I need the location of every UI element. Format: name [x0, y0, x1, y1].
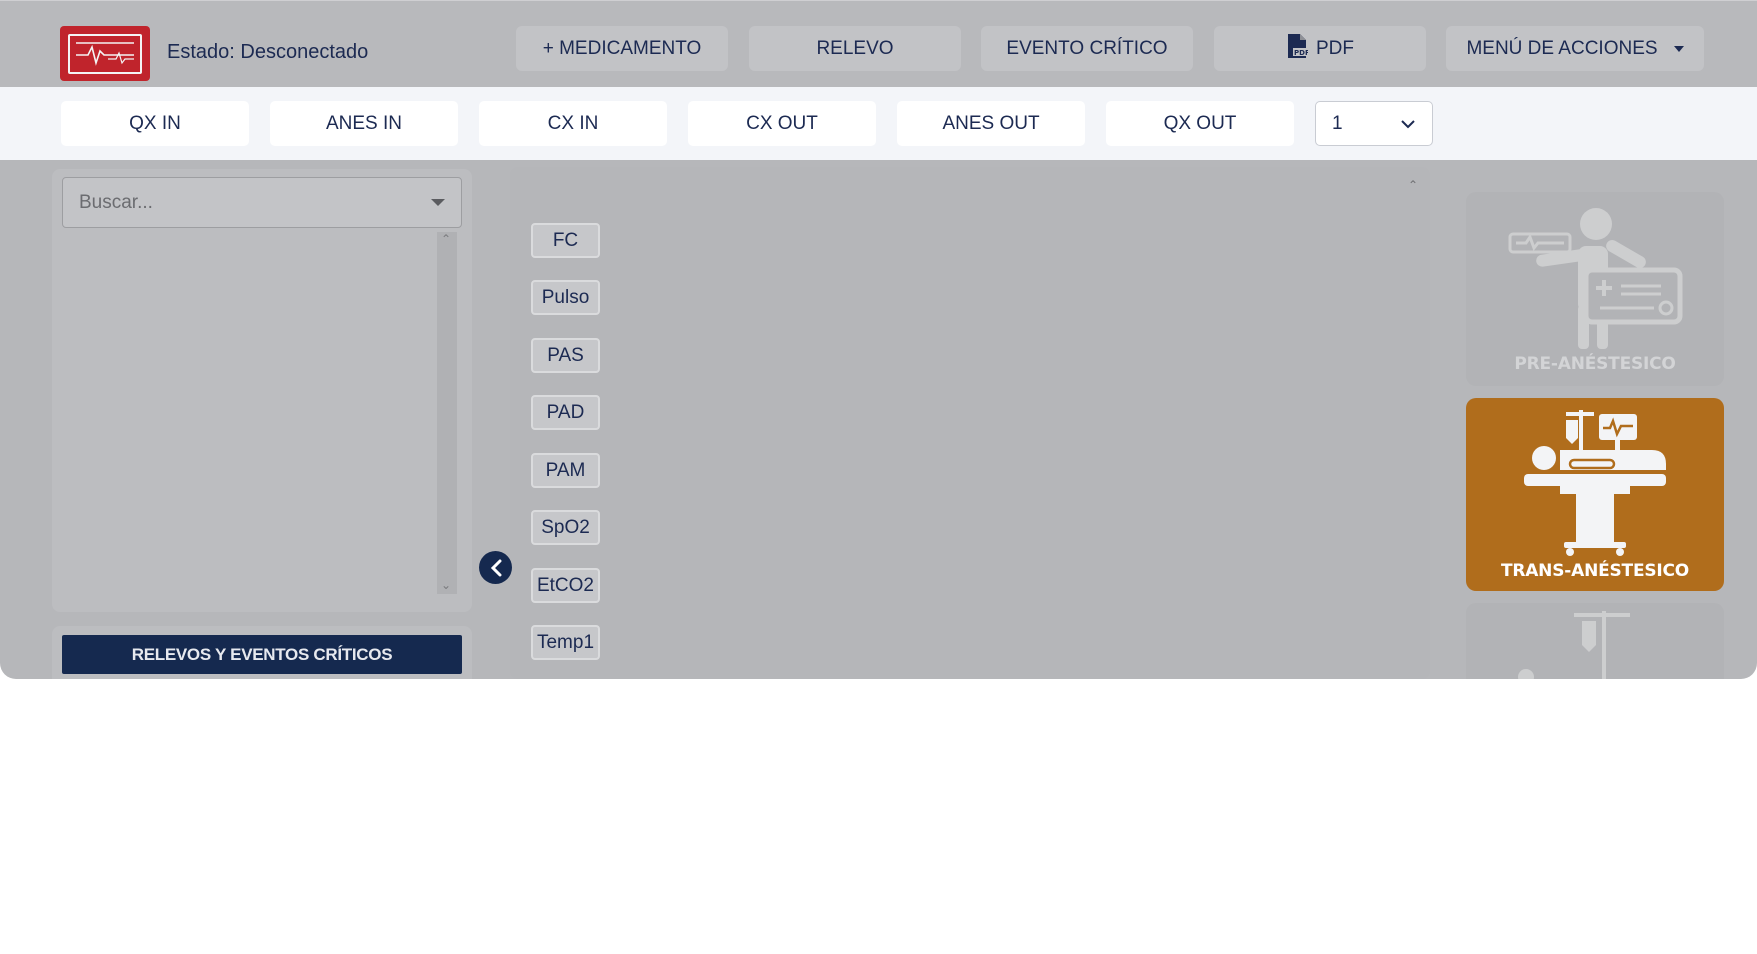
svg-text:PDF: PDF — [1294, 49, 1308, 57]
relevo-button[interactable]: RELEVO — [749, 26, 961, 71]
relevos-events-button[interactable]: RELEVOS Y EVENTOS CRÍTICOS — [62, 635, 462, 674]
trans-anesthetic-label: TRANS-ANÉSTESICO — [1500, 561, 1690, 581]
step-anes-in[interactable]: ANES IN — [270, 101, 458, 146]
vital-label-spo2[interactable]: SpO2 — [531, 510, 600, 545]
connection-status: Estado: Desconectado — [167, 41, 369, 63]
step-qx-out[interactable]: QX OUT — [1106, 101, 1294, 146]
search-placeholder: Buscar... — [79, 191, 153, 213]
add-medication-button[interactable]: + MEDICAMENTO — [516, 26, 728, 71]
chevron-left-icon — [490, 559, 501, 576]
pdf-file-icon: PDF — [1286, 33, 1310, 65]
caret-down-icon — [431, 199, 445, 206]
patient-monitor-icon — [1508, 208, 1683, 349]
pre-anesthetic-card[interactable]: PRE-ANÉSTESICO — [1466, 192, 1724, 386]
critical-event-button[interactable]: EVENTO CRÍTICO — [981, 26, 1193, 71]
vital-label-temp1[interactable]: Temp1 — [531, 625, 600, 660]
step-cx-out[interactable]: CX OUT — [688, 101, 876, 146]
interval-select-value: 1 — [1332, 112, 1343, 134]
trans-anesthetic-card[interactable]: TRANS-ANÉSTESICO — [1466, 398, 1724, 591]
step-cx-in[interactable]: CX IN — [479, 101, 667, 146]
app-window: Estado: Desconectado + MEDICAMENTO RELEV… — [0, 0, 1757, 679]
caret-down-icon — [1673, 45, 1684, 52]
chevron-down-icon — [1400, 113, 1416, 135]
post-anesthetic-card[interactable] — [1466, 603, 1724, 679]
step-anes-out[interactable]: ANES OUT — [897, 101, 1085, 146]
interval-select[interactable]: 1 — [1315, 101, 1433, 146]
scroll-down-icon[interactable]: ⌄ — [441, 578, 451, 592]
collapse-panel-button[interactable] — [479, 551, 512, 584]
vitals-chart-area — [510, 167, 1430, 679]
vital-label-fc[interactable]: FC — [531, 223, 600, 258]
scroll-up-icon[interactable]: ⌃ — [1408, 178, 1418, 192]
pdf-button[interactable]: PDF PDF — [1214, 26, 1426, 71]
vital-label-etco2[interactable]: EtCO2 — [531, 568, 600, 603]
ecg-monitor-icon[interactable] — [60, 26, 150, 81]
list-scrollbar[interactable]: ⌃ ⌄ — [437, 232, 457, 594]
medication-panel — [52, 169, 472, 612]
step-qx-in[interactable]: QX IN — [61, 101, 249, 146]
actions-menu-button[interactable]: MENÚ DE ACCIONES — [1446, 26, 1704, 71]
vital-label-pad[interactable]: PAD — [531, 395, 600, 430]
surgery-step-bar: QX IN ANES IN CX IN CX OUT ANES OUT QX O… — [0, 87, 1757, 160]
search-dropdown[interactable]: Buscar... — [62, 177, 462, 228]
pdf-label: PDF — [1316, 37, 1354, 59]
scroll-up-icon[interactable]: ⌃ — [441, 232, 451, 246]
iv-drip-icon — [1518, 611, 1630, 679]
actions-menu-label: MENÚ DE ACCIONES — [1466, 37, 1658, 59]
vital-label-pulso[interactable]: Pulso — [531, 280, 600, 315]
surgery-bed-icon — [1524, 410, 1666, 556]
vital-label-pas[interactable]: PAS — [531, 338, 600, 373]
pre-anesthetic-label: PRE-ANÉSTESICO — [1514, 354, 1676, 374]
top-header: Estado: Desconectado + MEDICAMENTO RELEV… — [0, 0, 1757, 87]
vital-label-pam[interactable]: PAM — [531, 453, 600, 488]
